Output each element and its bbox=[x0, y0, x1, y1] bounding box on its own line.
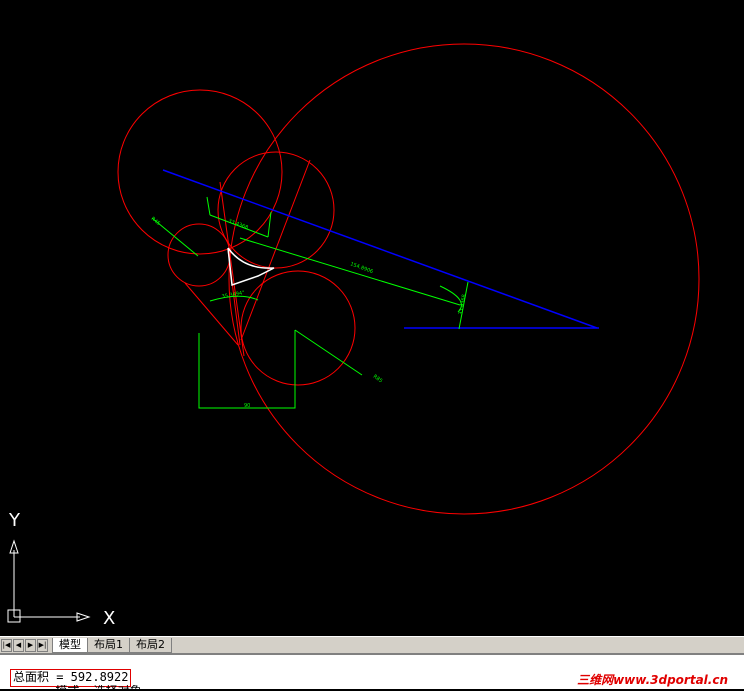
ucs-y-label: Y bbox=[8, 510, 21, 531]
next-tab-button[interactable]: ▶ bbox=[25, 638, 36, 652]
red-chord-lines bbox=[184, 159, 311, 357]
ucs-x-label: X bbox=[103, 608, 115, 629]
last-tab-button[interactable]: ▶| bbox=[37, 638, 48, 652]
prev-tab-button[interactable]: ◀ bbox=[13, 638, 24, 652]
tab-layout1[interactable]: 布局1 bbox=[87, 637, 130, 653]
watermark: 三维网www.3dportal.cn bbox=[577, 673, 728, 687]
dim-long-label: 154.8906 bbox=[349, 261, 373, 275]
first-tab-button[interactable]: |◀ bbox=[1, 638, 12, 652]
tab-model[interactable]: 模型 bbox=[52, 637, 88, 653]
command-line[interactable]: 总面积 = 592.8922 模式 选择对象 三维网www.3dportal.c… bbox=[0, 653, 744, 691]
small-circle bbox=[167, 223, 231, 287]
dim-long bbox=[239, 237, 461, 306]
dim-top bbox=[206, 196, 272, 238]
upper-left-circle bbox=[117, 89, 283, 255]
dim-radius-b: R85 bbox=[372, 374, 384, 385]
dim-angle-label: 35.3494° bbox=[221, 290, 245, 300]
ucs-icon bbox=[9, 539, 91, 622]
dim-radius-a: R45 bbox=[150, 216, 161, 227]
dim-bottom: 90 bbox=[244, 403, 250, 409]
dim-right-label: 33.4368 bbox=[458, 294, 468, 315]
tab-layout2[interactable]: 布局2 bbox=[129, 637, 172, 653]
command-prompt: 模式 选择对象 bbox=[12, 685, 141, 691]
white-region bbox=[227, 247, 275, 287]
middle-circle bbox=[217, 151, 335, 269]
dim-top-label: 33.4368 bbox=[227, 218, 248, 231]
layout-tab-bar: |◀ ◀ ▶ ▶| 模型 布局1 布局2 bbox=[0, 636, 744, 653]
lower-circle bbox=[240, 270, 356, 386]
drawing-canvas[interactable]: 33.4368 154.8906 35.3494° 33.4368 R45 R8… bbox=[0, 0, 744, 636]
